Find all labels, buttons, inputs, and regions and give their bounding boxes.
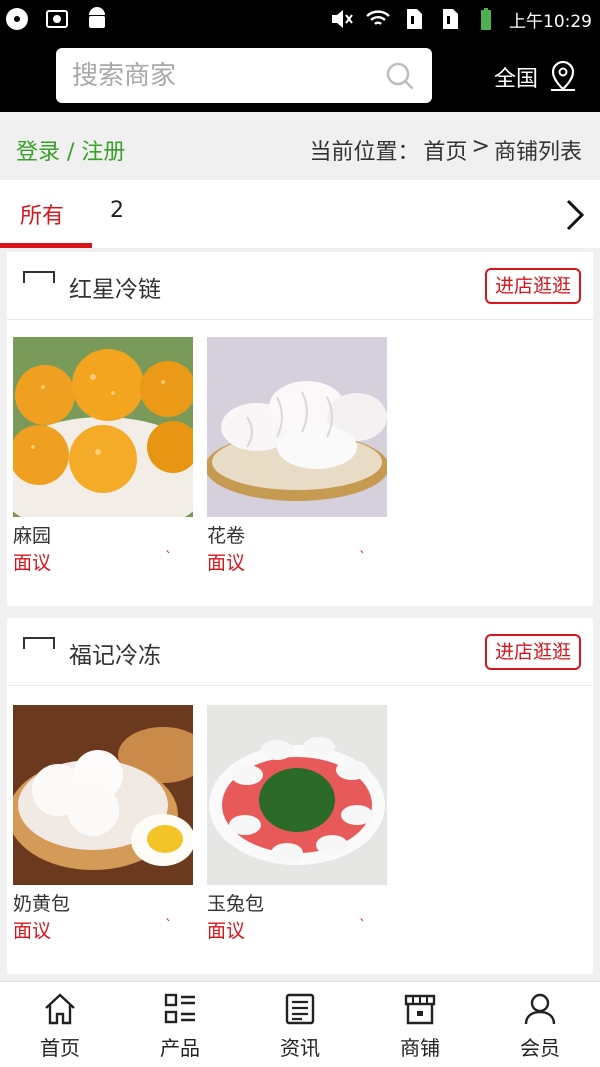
- product-name: 麻园: [13, 525, 52, 547]
- category-tabs: 所有 2: [0, 180, 600, 248]
- android-icon: [89, 7, 105, 28]
- product-item[interactable]: 花卷 面议 `: [207, 337, 387, 574]
- price-mark: `: [359, 918, 366, 934]
- shop-card-header: 红星冷链 进店逛逛: [7, 252, 593, 320]
- nav-news[interactable]: 资讯: [240, 982, 360, 1067]
- product-price: 面议: [13, 920, 52, 942]
- product-item[interactable]: 麻园 面议 `: [13, 337, 193, 574]
- search-input[interactable]: [72, 48, 372, 103]
- sim2-icon: [443, 9, 458, 29]
- breadcrumb-bar: 登录 / 注册 当前位置： 首页 > 商铺列表: [0, 112, 600, 180]
- price-mark: `: [359, 550, 366, 566]
- screenshot-icon: [46, 10, 68, 28]
- mute-icon: [332, 10, 353, 28]
- product-item[interactable]: 玉兔包 面议 `: [207, 705, 387, 942]
- nav-home[interactable]: 首页: [0, 982, 120, 1067]
- clock: 上午10:29: [509, 11, 592, 32]
- breadcrumb: 当前位置： 首页 > 商铺列表: [310, 134, 582, 166]
- product-item[interactable]: 奶黄包 面议 `: [13, 705, 193, 942]
- product-price: 面议: [207, 920, 246, 942]
- top-header: 全国: [0, 40, 600, 112]
- record-icon: [6, 8, 28, 30]
- user-icon: [524, 993, 556, 1025]
- active-tab-indicator: [0, 243, 92, 248]
- search-icon[interactable]: [384, 60, 416, 92]
- grid-list-icon: [164, 993, 195, 1024]
- shop-card: 红星冷链 进店逛逛 麻园 面议 ` 花卷 面议 `: [7, 252, 593, 606]
- nav-member-label: 会员: [520, 1036, 560, 1060]
- product-price: 面议: [207, 552, 246, 574]
- product-image[interactable]: [207, 705, 387, 885]
- breadcrumb-separator: >: [471, 134, 490, 159]
- tab-all[interactable]: 所有: [0, 180, 92, 248]
- shop-icon: [23, 271, 55, 283]
- tab-page-2[interactable]: 2: [110, 198, 124, 223]
- nav-news-label: 资讯: [280, 1036, 320, 1060]
- region-selector[interactable]: 全国: [494, 60, 578, 94]
- bottom-nav: 首页 产品 资讯 商铺 会员: [0, 981, 600, 1067]
- status-bar: 上午10:29: [0, 0, 600, 40]
- nav-member[interactable]: 会员: [480, 982, 600, 1067]
- visit-shop-button[interactable]: 进店逛逛: [484, 634, 581, 670]
- product-name: 花卷: [207, 525, 246, 547]
- nav-stores-label: 商铺: [400, 1036, 440, 1060]
- store-icon: [404, 994, 436, 1025]
- tab-all-label: 所有: [20, 204, 65, 229]
- search-box[interactable]: [56, 48, 432, 103]
- product-image[interactable]: [207, 337, 387, 517]
- product-name: 奶黄包: [13, 893, 71, 915]
- news-icon: [285, 993, 315, 1025]
- shop-card: 福记冷冻 进店逛逛 奶黄包 面议 ` 玉兔包 面议 `: [7, 618, 593, 974]
- price-mark: `: [165, 918, 172, 934]
- region-label: 全国: [494, 67, 539, 92]
- price-mark: `: [165, 550, 172, 566]
- shop-name[interactable]: 福记冷冻: [69, 636, 161, 670]
- shop-icon: [23, 637, 55, 649]
- location-pin-icon: [551, 60, 576, 91]
- product-image[interactable]: [13, 705, 193, 885]
- chevron-right-icon[interactable]: [564, 198, 586, 232]
- product-image[interactable]: [13, 337, 193, 517]
- breadcrumb-home-link[interactable]: 首页: [424, 134, 468, 166]
- wifi-icon: [366, 10, 390, 25]
- home-icon: [45, 993, 75, 1025]
- nav-products-label: 产品: [160, 1036, 200, 1060]
- product-name: 玉兔包: [207, 893, 265, 915]
- nav-products[interactable]: 产品: [120, 982, 240, 1067]
- battery-icon: [481, 8, 491, 30]
- breadcrumb-current: 商铺列表: [493, 140, 582, 165]
- visit-shop-button[interactable]: 进店逛逛: [484, 268, 581, 304]
- nav-home-label: 首页: [40, 1036, 80, 1060]
- breadcrumb-prefix: 当前位置：: [309, 140, 420, 165]
- sim1-icon: [407, 9, 422, 29]
- product-price: 面议: [13, 552, 52, 574]
- shop-card-header: 福记冷冻 进店逛逛: [7, 618, 593, 686]
- login-register-link[interactable]: 登录 / 注册: [16, 134, 125, 166]
- shop-name[interactable]: 红星冷链: [69, 270, 161, 304]
- nav-stores[interactable]: 商铺: [360, 982, 480, 1067]
